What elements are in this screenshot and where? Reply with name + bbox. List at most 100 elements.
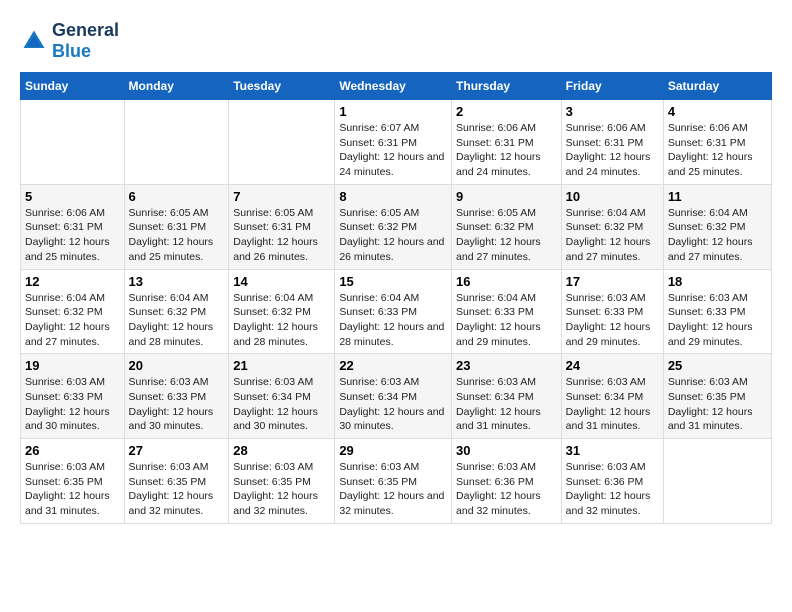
day-number: 31 — [566, 443, 659, 458]
day-number: 21 — [233, 358, 330, 373]
day-number: 24 — [566, 358, 659, 373]
day-info: Sunrise: 6:03 AMSunset: 6:36 PMDaylight:… — [456, 460, 557, 519]
day-info: Sunrise: 6:03 AMSunset: 6:33 PMDaylight:… — [668, 291, 767, 350]
calendar-cell: 3 Sunrise: 6:06 AMSunset: 6:31 PMDaylight… — [561, 100, 663, 185]
day-number: 25 — [668, 358, 767, 373]
calendar-cell: 1 Sunrise: 6:07 AMSunset: 6:31 PMDaylight… — [335, 100, 452, 185]
day-info: Sunrise: 6:03 AMSunset: 6:33 PMDaylight:… — [25, 375, 120, 434]
calendar-cell: 5 Sunrise: 6:06 AMSunset: 6:31 PMDaylight… — [21, 184, 125, 269]
calendar-table: SundayMondayTuesdayWednesdayThursdayFrid… — [20, 72, 772, 524]
day-number: 23 — [456, 358, 557, 373]
day-number: 7 — [233, 189, 330, 204]
calendar-cell — [229, 100, 335, 185]
day-info: Sunrise: 6:03 AMSunset: 6:34 PMDaylight:… — [233, 375, 330, 434]
day-number: 15 — [339, 274, 447, 289]
calendar-cell: 21 Sunrise: 6:03 AMSunset: 6:34 PMDayligh… — [229, 354, 335, 439]
calendar-cell: 7 Sunrise: 6:05 AMSunset: 6:31 PMDaylight… — [229, 184, 335, 269]
day-number: 18 — [668, 274, 767, 289]
calendar-cell: 28Sunrise: 6:03 AMSunset: 6:35 PMDayligh… — [229, 439, 335, 524]
calendar-cell: 12 Sunrise: 6:04 AMSunset: 6:32 PMDayligh… — [21, 269, 125, 354]
calendar-week-row: 5 Sunrise: 6:06 AMSunset: 6:31 PMDaylight… — [21, 184, 772, 269]
calendar-cell: 14Sunrise: 6:04 AMSunset: 6:32 PMDayligh… — [229, 269, 335, 354]
day-number: 12 — [25, 274, 120, 289]
calendar-cell: 11 Sunrise: 6:04 AMSunset: 6:32 PMDayligh… — [663, 184, 771, 269]
logo: General Blue — [20, 20, 119, 62]
day-info: Sunrise: 6:03 AMSunset: 6:35 PMDaylight:… — [25, 460, 120, 519]
calendar-week-row: 26Sunrise: 6:03 AMSunset: 6:35 PMDayligh… — [21, 439, 772, 524]
calendar-cell — [21, 100, 125, 185]
calendar-cell: 24 Sunrise: 6:03 AMSunset: 6:34 PMDayligh… — [561, 354, 663, 439]
page-header: General Blue — [20, 20, 772, 62]
calendar-cell: 6Sunrise: 6:05 AMSunset: 6:31 PMDaylight… — [124, 184, 229, 269]
day-number: 20 — [129, 358, 225, 373]
day-info: Sunrise: 6:04 AMSunset: 6:33 PMDaylight:… — [339, 291, 447, 350]
calendar-cell: 8Sunrise: 6:05 AMSunset: 6:32 PMDaylight… — [335, 184, 452, 269]
day-info: Sunrise: 6:05 AMSunset: 6:32 PMDaylight:… — [456, 206, 557, 265]
day-info: Sunrise: 6:03 AMSunset: 6:35 PMDaylight:… — [233, 460, 330, 519]
calendar-cell: 15 Sunrise: 6:04 AMSunset: 6:33 PMDayligh… — [335, 269, 452, 354]
day-number: 9 — [456, 189, 557, 204]
day-info: Sunrise: 6:06 AMSunset: 6:31 PMDaylight:… — [566, 121, 659, 180]
calendar-cell: 23 Sunrise: 6:03 AMSunset: 6:34 PMDayligh… — [452, 354, 562, 439]
calendar-cell: 17Sunrise: 6:03 AMSunset: 6:33 PMDayligh… — [561, 269, 663, 354]
day-number: 30 — [456, 443, 557, 458]
calendar-cell: 18 Sunrise: 6:03 AMSunset: 6:33 PMDayligh… — [663, 269, 771, 354]
day-info: Sunrise: 6:03 AMSunset: 6:34 PMDaylight:… — [566, 375, 659, 434]
day-header-thursday: Thursday — [452, 73, 562, 100]
calendar-cell: 22Sunrise: 6:03 AMSunset: 6:34 PMDayligh… — [335, 354, 452, 439]
day-number: 16 — [456, 274, 557, 289]
logo-icon — [20, 27, 48, 55]
day-header-friday: Friday — [561, 73, 663, 100]
day-number: 2 — [456, 104, 557, 119]
day-header-monday: Monday — [124, 73, 229, 100]
day-number: 13 — [129, 274, 225, 289]
day-info: Sunrise: 6:03 AMSunset: 6:36 PMDaylight:… — [566, 460, 659, 519]
calendar-cell — [663, 439, 771, 524]
day-number: 22 — [339, 358, 447, 373]
day-number: 1 — [339, 104, 447, 119]
calendar-cell: 25 Sunrise: 6:03 AMSunset: 6:35 PMDayligh… — [663, 354, 771, 439]
day-number: 27 — [129, 443, 225, 458]
day-info: Sunrise: 6:03 AMSunset: 6:33 PMDaylight:… — [566, 291, 659, 350]
day-info: Sunrise: 6:03 AMSunset: 6:35 PMDaylight:… — [129, 460, 225, 519]
day-info: Sunrise: 6:04 AMSunset: 6:33 PMDaylight:… — [456, 291, 557, 350]
day-info: Sunrise: 6:06 AMSunset: 6:31 PMDaylight:… — [668, 121, 767, 180]
day-info: Sunrise: 6:05 AMSunset: 6:31 PMDaylight:… — [129, 206, 225, 265]
day-number: 14 — [233, 274, 330, 289]
day-info: Sunrise: 6:05 AMSunset: 6:31 PMDaylight:… — [233, 206, 330, 265]
day-info: Sunrise: 6:03 AMSunset: 6:35 PMDaylight:… — [339, 460, 447, 519]
calendar-cell: 4 Sunrise: 6:06 AMSunset: 6:31 PMDaylight… — [663, 100, 771, 185]
logo-text: General Blue — [52, 20, 119, 62]
calendar-cell: 2Sunrise: 6:06 AMSunset: 6:31 PMDaylight… — [452, 100, 562, 185]
day-info: Sunrise: 6:04 AMSunset: 6:32 PMDaylight:… — [668, 206, 767, 265]
calendar-week-row: 1 Sunrise: 6:07 AMSunset: 6:31 PMDaylight… — [21, 100, 772, 185]
day-info: Sunrise: 6:03 AMSunset: 6:34 PMDaylight:… — [456, 375, 557, 434]
calendar-cell: 10 Sunrise: 6:04 AMSunset: 6:32 PMDayligh… — [561, 184, 663, 269]
day-number: 3 — [566, 104, 659, 119]
calendar-cell: 20Sunrise: 6:03 AMSunset: 6:33 PMDayligh… — [124, 354, 229, 439]
calendar-header-row: SundayMondayTuesdayWednesdayThursdayFrid… — [21, 73, 772, 100]
day-number: 4 — [668, 104, 767, 119]
day-info: Sunrise: 6:04 AMSunset: 6:32 PMDaylight:… — [566, 206, 659, 265]
calendar-cell: 30 Sunrise: 6:03 AMSunset: 6:36 PMDayligh… — [452, 439, 562, 524]
day-info: Sunrise: 6:06 AMSunset: 6:31 PMDaylight:… — [25, 206, 120, 265]
day-number: 5 — [25, 189, 120, 204]
calendar-cell: 13Sunrise: 6:04 AMSunset: 6:32 PMDayligh… — [124, 269, 229, 354]
day-number: 11 — [668, 189, 767, 204]
day-number: 10 — [566, 189, 659, 204]
calendar-cell: 9 Sunrise: 6:05 AMSunset: 6:32 PMDaylight… — [452, 184, 562, 269]
day-number: 8 — [339, 189, 447, 204]
calendar-cell: 26Sunrise: 6:03 AMSunset: 6:35 PMDayligh… — [21, 439, 125, 524]
calendar-week-row: 12 Sunrise: 6:04 AMSunset: 6:32 PMDayligh… — [21, 269, 772, 354]
day-info: Sunrise: 6:04 AMSunset: 6:32 PMDaylight:… — [25, 291, 120, 350]
calendar-cell: 29Sunrise: 6:03 AMSunset: 6:35 PMDayligh… — [335, 439, 452, 524]
day-header-sunday: Sunday — [21, 73, 125, 100]
day-info: Sunrise: 6:03 AMSunset: 6:35 PMDaylight:… — [668, 375, 767, 434]
calendar-cell: 27 Sunrise: 6:03 AMSunset: 6:35 PMDayligh… — [124, 439, 229, 524]
day-info: Sunrise: 6:07 AMSunset: 6:31 PMDaylight:… — [339, 121, 447, 180]
day-header-wednesday: Wednesday — [335, 73, 452, 100]
calendar-cell: 31 Sunrise: 6:03 AMSunset: 6:36 PMDayligh… — [561, 439, 663, 524]
day-number: 19 — [25, 358, 120, 373]
day-header-tuesday: Tuesday — [229, 73, 335, 100]
calendar-cell: 19 Sunrise: 6:03 AMSunset: 6:33 PMDayligh… — [21, 354, 125, 439]
